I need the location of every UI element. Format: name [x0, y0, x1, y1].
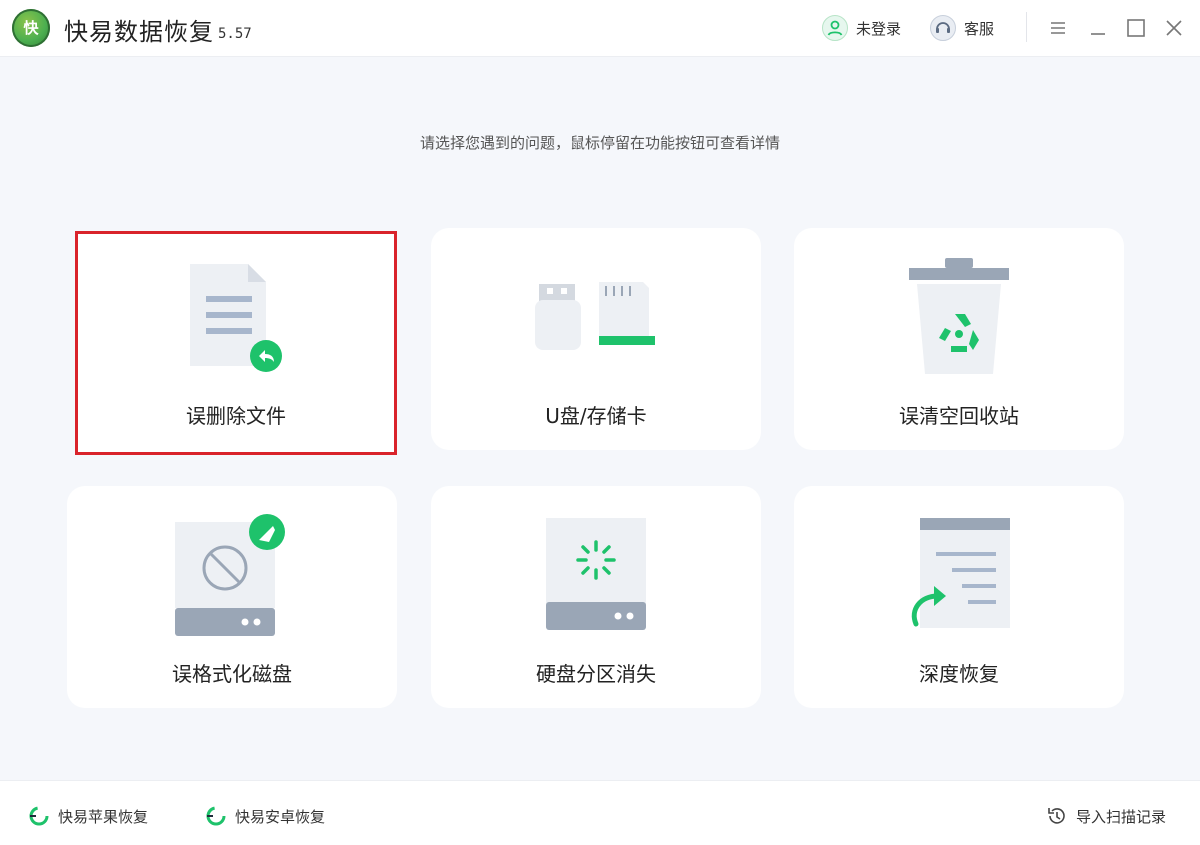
card-lost-partition[interactable]: 硬盘分区消失 [431, 486, 761, 708]
close-button[interactable] [1160, 14, 1188, 42]
card-deleted-files[interactable]: 误删除文件 [75, 231, 397, 455]
document-restore-icon [190, 264, 282, 372]
app-version: 5.57 [218, 26, 252, 42]
login-button[interactable]: 未登录 [822, 14, 901, 42]
login-label: 未登录 [856, 19, 902, 38]
app-logo-text: 快 [23, 19, 39, 37]
apple-recovery-link[interactable]: 快易苹果恢复 [28, 805, 148, 827]
android-recovery-link[interactable]: 快易安卓恢复 [205, 805, 325, 827]
headset-icon [930, 15, 956, 41]
instruction-text: 请选择您遇到的问题，鼠标停留在功能按钮可查看详情 [419, 134, 780, 152]
maximize-icon [1127, 19, 1145, 37]
history-icon [1046, 805, 1068, 827]
card-label: 深度恢复 [919, 662, 999, 686]
card-label: 硬盘分区消失 [536, 662, 656, 686]
card-label: U盘/存储卡 [545, 404, 647, 428]
recycle-bin-icon [909, 258, 1009, 374]
partition-disk-icon [546, 518, 646, 630]
footer-bar: 快易苹果恢复 快易安卓恢复 导入扫描记录 [0, 780, 1200, 845]
card-label: 误格式化磁盘 [172, 662, 292, 686]
card-deep-recovery[interactable]: 深度恢复 [794, 486, 1124, 708]
close-icon [1166, 20, 1182, 36]
app-title: 快易数据恢复 [64, 18, 214, 46]
maximize-button[interactable] [1122, 14, 1150, 42]
customer-service-button[interactable]: 客服 [930, 14, 994, 42]
recover-app-icon [28, 805, 50, 827]
import-scan-record-link[interactable]: 导入扫描记录 [1046, 805, 1166, 827]
card-recycle-bin[interactable]: 误清空回收站 [794, 228, 1124, 450]
card-label: 误删除文件 [186, 404, 286, 428]
title-bar: 快 快易数据恢复 5.57 未登录 客服 [0, 0, 1200, 57]
recover-app-icon [205, 805, 227, 827]
android-recovery-label: 快易安卓恢复 [235, 807, 326, 826]
menu-icon [1051, 22, 1065, 34]
divider [1026, 12, 1027, 42]
minimize-button[interactable] [1084, 14, 1112, 42]
minimize-icon [1091, 33, 1105, 35]
deep-recovery-icon [911, 518, 1010, 628]
menu-button[interactable] [1044, 14, 1072, 42]
format-disk-icon [175, 514, 285, 636]
import-scan-label: 导入扫描记录 [1076, 807, 1167, 826]
service-label: 客服 [964, 19, 995, 38]
app-logo: 快 [12, 9, 50, 47]
user-icon [822, 15, 848, 41]
card-label: 误清空回收站 [899, 404, 1019, 428]
card-usb-storage[interactable]: U盘/存储卡 [431, 228, 761, 450]
usb-sdcard-icon [535, 282, 655, 350]
apple-recovery-label: 快易苹果恢复 [58, 807, 149, 826]
card-formatted-disk[interactable]: 误格式化磁盘 [67, 486, 397, 708]
